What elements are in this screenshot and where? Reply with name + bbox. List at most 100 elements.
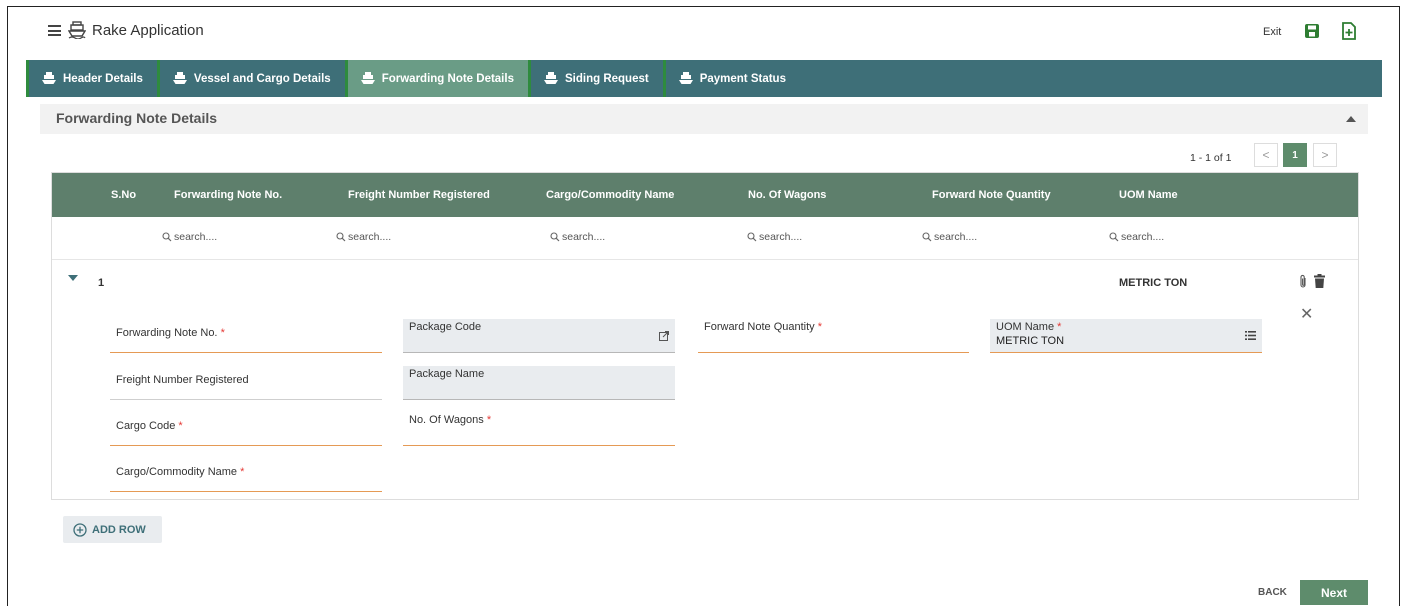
save-icon[interactable] <box>1304 23 1320 39</box>
search-icon <box>336 232 346 242</box>
next-button[interactable]: Next <box>1300 580 1368 605</box>
required-mark: * <box>1057 321 1062 333</box>
search-icon <box>1109 232 1119 242</box>
add-row-button[interactable]: ADD ROW <box>63 516 162 543</box>
uom-name-value: METRIC TON <box>996 335 1065 347</box>
search-placeholder: search.... <box>174 231 218 243</box>
field-label: UOM Name * <box>996 321 1061 333</box>
tab-label: Payment Status <box>699 72 786 85</box>
tab-label: Header Details <box>63 72 143 85</box>
tab-vessel-and-cargo-details[interactable]: Vessel and Cargo Details <box>156 60 345 97</box>
column-header-sno[interactable]: S.No <box>111 189 136 201</box>
grid-header: S.No Forwarding Note No. Freight Number … <box>52 173 1358 217</box>
label-text: Forwarding Note No. <box>116 327 218 339</box>
ship-icon <box>172 72 187 84</box>
search-icon <box>747 232 757 242</box>
delete-icon[interactable] <box>1314 274 1325 288</box>
add-document-icon[interactable] <box>1341 22 1357 40</box>
field-label: Package Code <box>409 321 482 333</box>
chevron-right-icon: > <box>1321 148 1329 162</box>
search-filter-no-of-wagons[interactable]: search.... <box>747 231 802 243</box>
no-of-wagons-field[interactable]: No. Of Wagons * <box>403 412 675 446</box>
search-icon <box>550 232 560 242</box>
search-placeholder: search.... <box>1121 231 1165 243</box>
app-title: Rake Application <box>92 22 204 39</box>
tab-payment-status[interactable]: Payment Status <box>662 60 800 97</box>
label-text: Cargo/Commodity Name <box>116 466 238 478</box>
label-text: UOM Name <box>996 321 1055 333</box>
required-mark: * <box>240 466 245 478</box>
forwarding-note-grid: S.No Forwarding Note No. Freight Number … <box>51 172 1359 500</box>
required-mark: * <box>486 414 492 426</box>
field-label: No. Of Wagons * <box>409 414 491 426</box>
section-header: Forwarding Note Details <box>40 104 1368 134</box>
search-filter-uom-name[interactable]: search.... <box>1109 231 1164 243</box>
filter-row: search.... search.... search.... search.… <box>52 217 1358 259</box>
tab-header-details[interactable]: Header Details <box>26 60 157 97</box>
tab-forwarding-note-details[interactable]: Forwarding Note Details <box>344 60 528 97</box>
tab-label: Forwarding Note Details <box>381 72 514 85</box>
row-sno: 1 <box>98 277 105 289</box>
ship-icon <box>42 72 56 84</box>
open-link-icon[interactable] <box>659 331 669 341</box>
freight-number-registered-field[interactable]: Freight Number Registered <box>110 366 382 400</box>
app-window: Rake Application Exit Header Details Ves… <box>7 6 1400 606</box>
cargo-code-field[interactable]: Cargo Code * <box>110 412 382 446</box>
row-uom-name: METRIC TON <box>1119 277 1188 289</box>
ship-icon <box>678 72 693 84</box>
search-filter-forwarding-note-no[interactable]: search.... <box>162 231 217 243</box>
list-icon[interactable] <box>1245 331 1256 340</box>
column-header-freight-number[interactable]: Freight Number Registered <box>348 189 490 201</box>
field-label: Freight Number Registered <box>116 374 249 386</box>
chevron-left-icon: < <box>1262 148 1270 162</box>
tab-siding-request[interactable]: Siding Request <box>527 60 663 97</box>
column-header-forward-note-quantity[interactable]: Forward Note Quantity <box>932 189 1051 201</box>
label-text: Cargo Code <box>116 420 176 432</box>
exit-link[interactable]: Exit <box>1263 26 1281 38</box>
search-placeholder: search.... <box>562 231 606 243</box>
forwarding-note-no-field[interactable]: Forwarding Note No. * <box>110 319 382 353</box>
column-header-cargo-name[interactable]: Cargo/Commodity Name <box>546 189 674 201</box>
search-placeholder: search.... <box>759 231 803 243</box>
field-label: Cargo Code * <box>116 420 183 432</box>
required-mark: * <box>178 420 183 432</box>
attachment-icon[interactable] <box>1298 274 1308 289</box>
field-label: Forwarding Note No. * <box>116 327 225 339</box>
prev-page-button[interactable]: < <box>1254 143 1278 167</box>
cargo-commodity-name-field[interactable]: Cargo/Commodity Name * <box>110 458 382 492</box>
plus-circle-icon <box>73 522 87 537</box>
tab-bar: Header Details Vessel and Cargo Details … <box>26 60 1382 97</box>
close-icon[interactable]: ✕ <box>1300 307 1313 323</box>
section-title: Forwarding Note Details <box>56 110 218 126</box>
column-header-no-of-wagons[interactable]: No. Of Wagons <box>748 189 826 201</box>
search-filter-forward-note-quantity[interactable]: search.... <box>922 231 977 243</box>
package-name-field[interactable]: Package Name <box>403 366 675 400</box>
package-code-field[interactable]: Package Code <box>403 319 675 353</box>
tab-label: Siding Request <box>564 72 649 85</box>
pagination-info: 1 - 1 of 1 <box>1190 152 1232 164</box>
search-filter-cargo-name[interactable]: search.... <box>550 231 605 243</box>
ship-icon <box>360 72 375 84</box>
field-label: Forward Note Quantity * <box>704 321 822 333</box>
back-button[interactable]: BACK <box>1258 587 1287 598</box>
required-mark: * <box>220 327 225 339</box>
top-bar: Rake Application Exit <box>8 7 1399 59</box>
divider <box>52 259 1358 260</box>
column-header-uom-name[interactable]: UOM Name <box>1119 189 1178 201</box>
page-button-current[interactable]: 1 <box>1283 143 1307 167</box>
uom-name-select[interactable]: UOM Name * METRIC TON <box>990 319 1262 353</box>
search-placeholder: search.... <box>348 231 392 243</box>
next-page-button[interactable]: > <box>1313 143 1337 167</box>
search-icon <box>922 232 932 242</box>
required-mark: * <box>817 321 822 333</box>
add-row-label: ADD ROW <box>92 523 146 536</box>
field-label: Package Name <box>409 368 485 380</box>
collapse-icon[interactable] <box>1346 116 1356 122</box>
forward-note-quantity-field[interactable]: Forward Note Quantity * <box>698 319 969 353</box>
search-filter-freight-number[interactable]: search.... <box>336 231 391 243</box>
hamburger-menu-icon[interactable] <box>48 25 61 36</box>
field-label: Cargo/Commodity Name * <box>116 466 244 478</box>
row-expand-toggle-icon[interactable] <box>68 275 78 281</box>
ship-icon <box>68 21 86 39</box>
column-header-forwarding-note-no[interactable]: Forwarding Note No. <box>174 189 282 201</box>
